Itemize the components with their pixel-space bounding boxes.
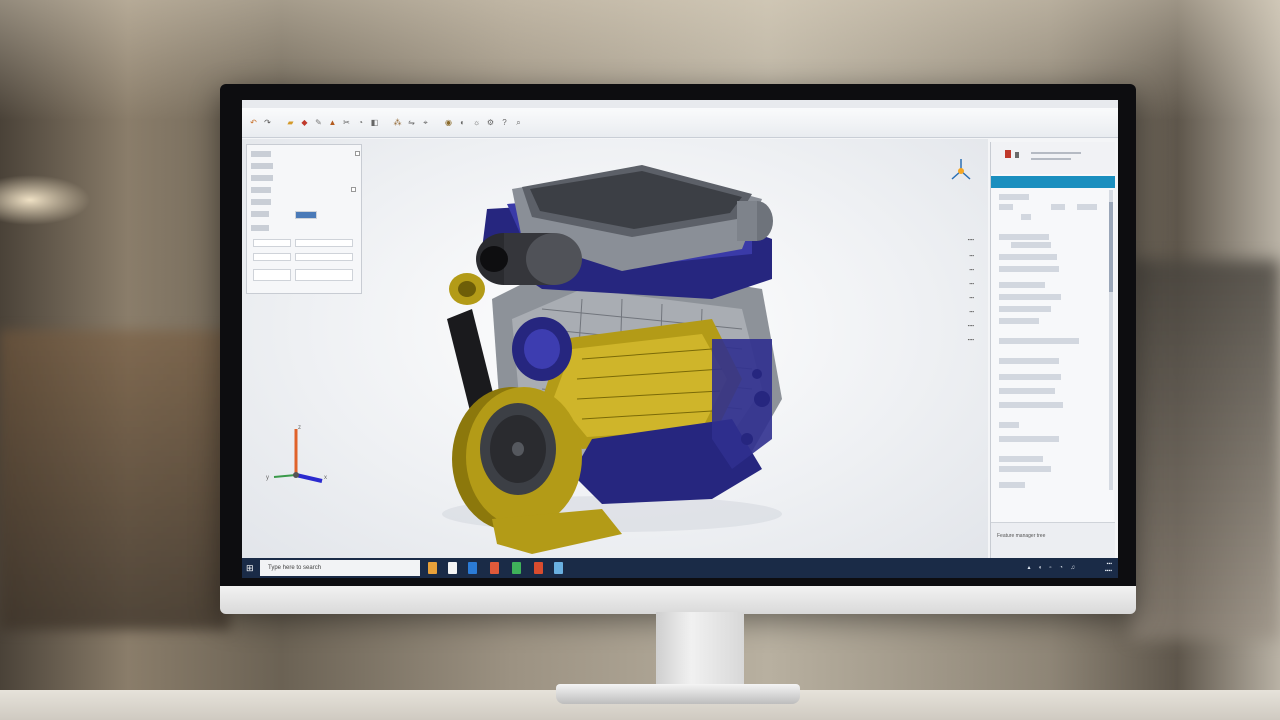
sketch-icon[interactable]: ✎ bbox=[313, 117, 324, 128]
property-checkbox[interactable] bbox=[351, 187, 356, 192]
scrollbar-thumb[interactable] bbox=[1109, 202, 1113, 292]
tree-item[interactable] bbox=[999, 358, 1059, 364]
tree-item[interactable] bbox=[999, 318, 1039, 324]
view-tool-item[interactable]: ▪▪▪ bbox=[946, 281, 974, 286]
property-field[interactable] bbox=[253, 269, 291, 281]
help-icon[interactable]: ? bbox=[499, 117, 510, 128]
tree-item[interactable] bbox=[999, 402, 1063, 408]
property-panel bbox=[246, 144, 362, 294]
undo-icon[interactable]: ↶ bbox=[248, 117, 259, 128]
tree-item[interactable] bbox=[999, 254, 1057, 260]
monitor-chin bbox=[220, 586, 1136, 614]
tree-item[interactable] bbox=[999, 482, 1025, 488]
tree-item[interactable] bbox=[999, 266, 1059, 272]
taskbar-app-icon[interactable] bbox=[512, 562, 521, 574]
system-tray-icons[interactable]: ▴ ◖ ▫ ◔ ♫ bbox=[1027, 562, 1078, 574]
measure-icon[interactable]: ⌖ bbox=[420, 117, 431, 128]
start-icon[interactable]: ⊞ bbox=[246, 562, 256, 574]
tree-item[interactable] bbox=[999, 466, 1051, 472]
property-checkbox[interactable] bbox=[355, 151, 360, 156]
background-shelf bbox=[1130, 260, 1280, 640]
tree-item[interactable] bbox=[999, 388, 1055, 394]
taskbar-clock[interactable]: ▪▪▪ ▪▪▪▪ bbox=[1105, 561, 1112, 575]
axis-triad: z x y bbox=[260, 419, 330, 499]
property-field[interactable] bbox=[253, 239, 291, 247]
feature-tree-toolbar bbox=[991, 142, 1115, 174]
redo-icon[interactable]: ↷ bbox=[262, 117, 273, 128]
property-label bbox=[251, 163, 273, 169]
taskbar-app-icon[interactable] bbox=[554, 562, 563, 574]
tree-item[interactable] bbox=[999, 374, 1061, 380]
taskbar-app-icon[interactable] bbox=[490, 562, 499, 574]
taskbar-app-icon[interactable] bbox=[534, 562, 543, 574]
view-tool-item[interactable]: ▪▪▪ bbox=[946, 267, 974, 272]
taskbar-app-icon[interactable] bbox=[428, 562, 437, 574]
view-icon[interactable]: ◉ bbox=[443, 117, 454, 128]
tree-item[interactable] bbox=[999, 204, 1013, 210]
save-icon[interactable]: ◆ bbox=[299, 117, 310, 128]
section-icon[interactable]: ◐ bbox=[457, 117, 468, 128]
fillet-icon[interactable]: ◔ bbox=[355, 117, 366, 128]
monitor-stand-base bbox=[556, 684, 800, 704]
view-tool-item[interactable]: ▪▪▪ bbox=[946, 253, 974, 258]
view-tool-item[interactable]: ▪▪▪ bbox=[946, 295, 974, 300]
tree-item[interactable] bbox=[999, 338, 1079, 344]
view-cube-icon[interactable] bbox=[950, 157, 972, 185]
property-field[interactable] bbox=[295, 253, 353, 261]
tree-item[interactable] bbox=[999, 456, 1043, 462]
property-label bbox=[251, 187, 271, 193]
tree-item[interactable] bbox=[1051, 204, 1065, 210]
feature-tree-footer-label: Feature manager tree bbox=[997, 533, 1046, 539]
title-bar bbox=[242, 100, 1118, 108]
svg-text:y: y bbox=[266, 475, 269, 481]
tree-item[interactable] bbox=[1021, 214, 1031, 220]
property-label bbox=[251, 151, 271, 157]
view-tool-item[interactable]: ▪▪▪ bbox=[946, 309, 974, 314]
property-field-selected[interactable] bbox=[295, 211, 317, 219]
view-tool-item[interactable]: ▪▪▪▪ bbox=[946, 237, 974, 242]
property-field[interactable] bbox=[253, 253, 291, 261]
svg-text:x: x bbox=[324, 475, 327, 481]
ribbon-toolbar: ↶ ↷ ▰ ◆ ✎ ▲ ✂ ◔ ◧ ⁂ ⇋ ⌖ ◉ ◐ ☼ ⚙ ? ⌕ bbox=[242, 108, 1118, 138]
render-icon[interactable]: ☼ bbox=[471, 117, 482, 128]
property-field[interactable] bbox=[295, 269, 353, 281]
property-label bbox=[251, 211, 269, 217]
tree-item[interactable] bbox=[999, 436, 1059, 442]
open-icon[interactable]: ▰ bbox=[285, 117, 296, 128]
property-label bbox=[251, 199, 271, 205]
background-shelf bbox=[0, 330, 230, 630]
screen: ↶ ↷ ▰ ◆ ✎ ▲ ✂ ◔ ◧ ⁂ ⇋ ⌖ ◉ ◐ ☼ ⚙ ? ⌕ ▪▪▪▪… bbox=[242, 100, 1118, 578]
property-field[interactable] bbox=[295, 239, 353, 247]
tree-item[interactable] bbox=[1077, 204, 1097, 210]
property-label bbox=[251, 225, 269, 231]
monitor-stand bbox=[656, 612, 744, 692]
pattern-icon[interactable]: ⁂ bbox=[392, 117, 403, 128]
extrude-icon[interactable]: ▲ bbox=[327, 117, 338, 128]
tree-item[interactable] bbox=[999, 194, 1029, 200]
feature-tree-panel: Feature manager tree bbox=[990, 142, 1115, 559]
taskbar: ⊞ Type here to search ▴ ◖ ▫ ◔ ♫ ▪▪▪ ▪▪▪▪ bbox=[242, 558, 1118, 578]
feature-tree-header[interactable] bbox=[991, 176, 1115, 188]
view-tool-item[interactable]: ▪▪▪▪ bbox=[946, 337, 974, 342]
cut-icon[interactable]: ✂ bbox=[341, 117, 352, 128]
tree-item[interactable] bbox=[999, 294, 1061, 300]
view-tool-item[interactable]: ▪▪▪▪ bbox=[946, 323, 974, 328]
property-label bbox=[251, 175, 273, 181]
tree-item[interactable] bbox=[999, 306, 1051, 312]
mirror-icon[interactable]: ⇋ bbox=[406, 117, 417, 128]
settings-icon[interactable]: ⚙ bbox=[485, 117, 496, 128]
tree-item[interactable] bbox=[999, 234, 1049, 240]
search-icon[interactable]: ⌕ bbox=[513, 117, 524, 128]
tree-item[interactable] bbox=[999, 282, 1045, 288]
svg-text:z: z bbox=[298, 425, 301, 431]
tree-item[interactable] bbox=[1011, 242, 1051, 248]
feature-tree-footer: Feature manager tree bbox=[991, 522, 1115, 559]
tree-item[interactable] bbox=[999, 422, 1019, 428]
taskbar-app-icon[interactable] bbox=[468, 562, 477, 574]
taskbar-app-icon[interactable] bbox=[448, 562, 457, 574]
chamfer-icon[interactable]: ◧ bbox=[369, 117, 380, 128]
taskbar-search-input[interactable]: Type here to search bbox=[260, 560, 420, 576]
